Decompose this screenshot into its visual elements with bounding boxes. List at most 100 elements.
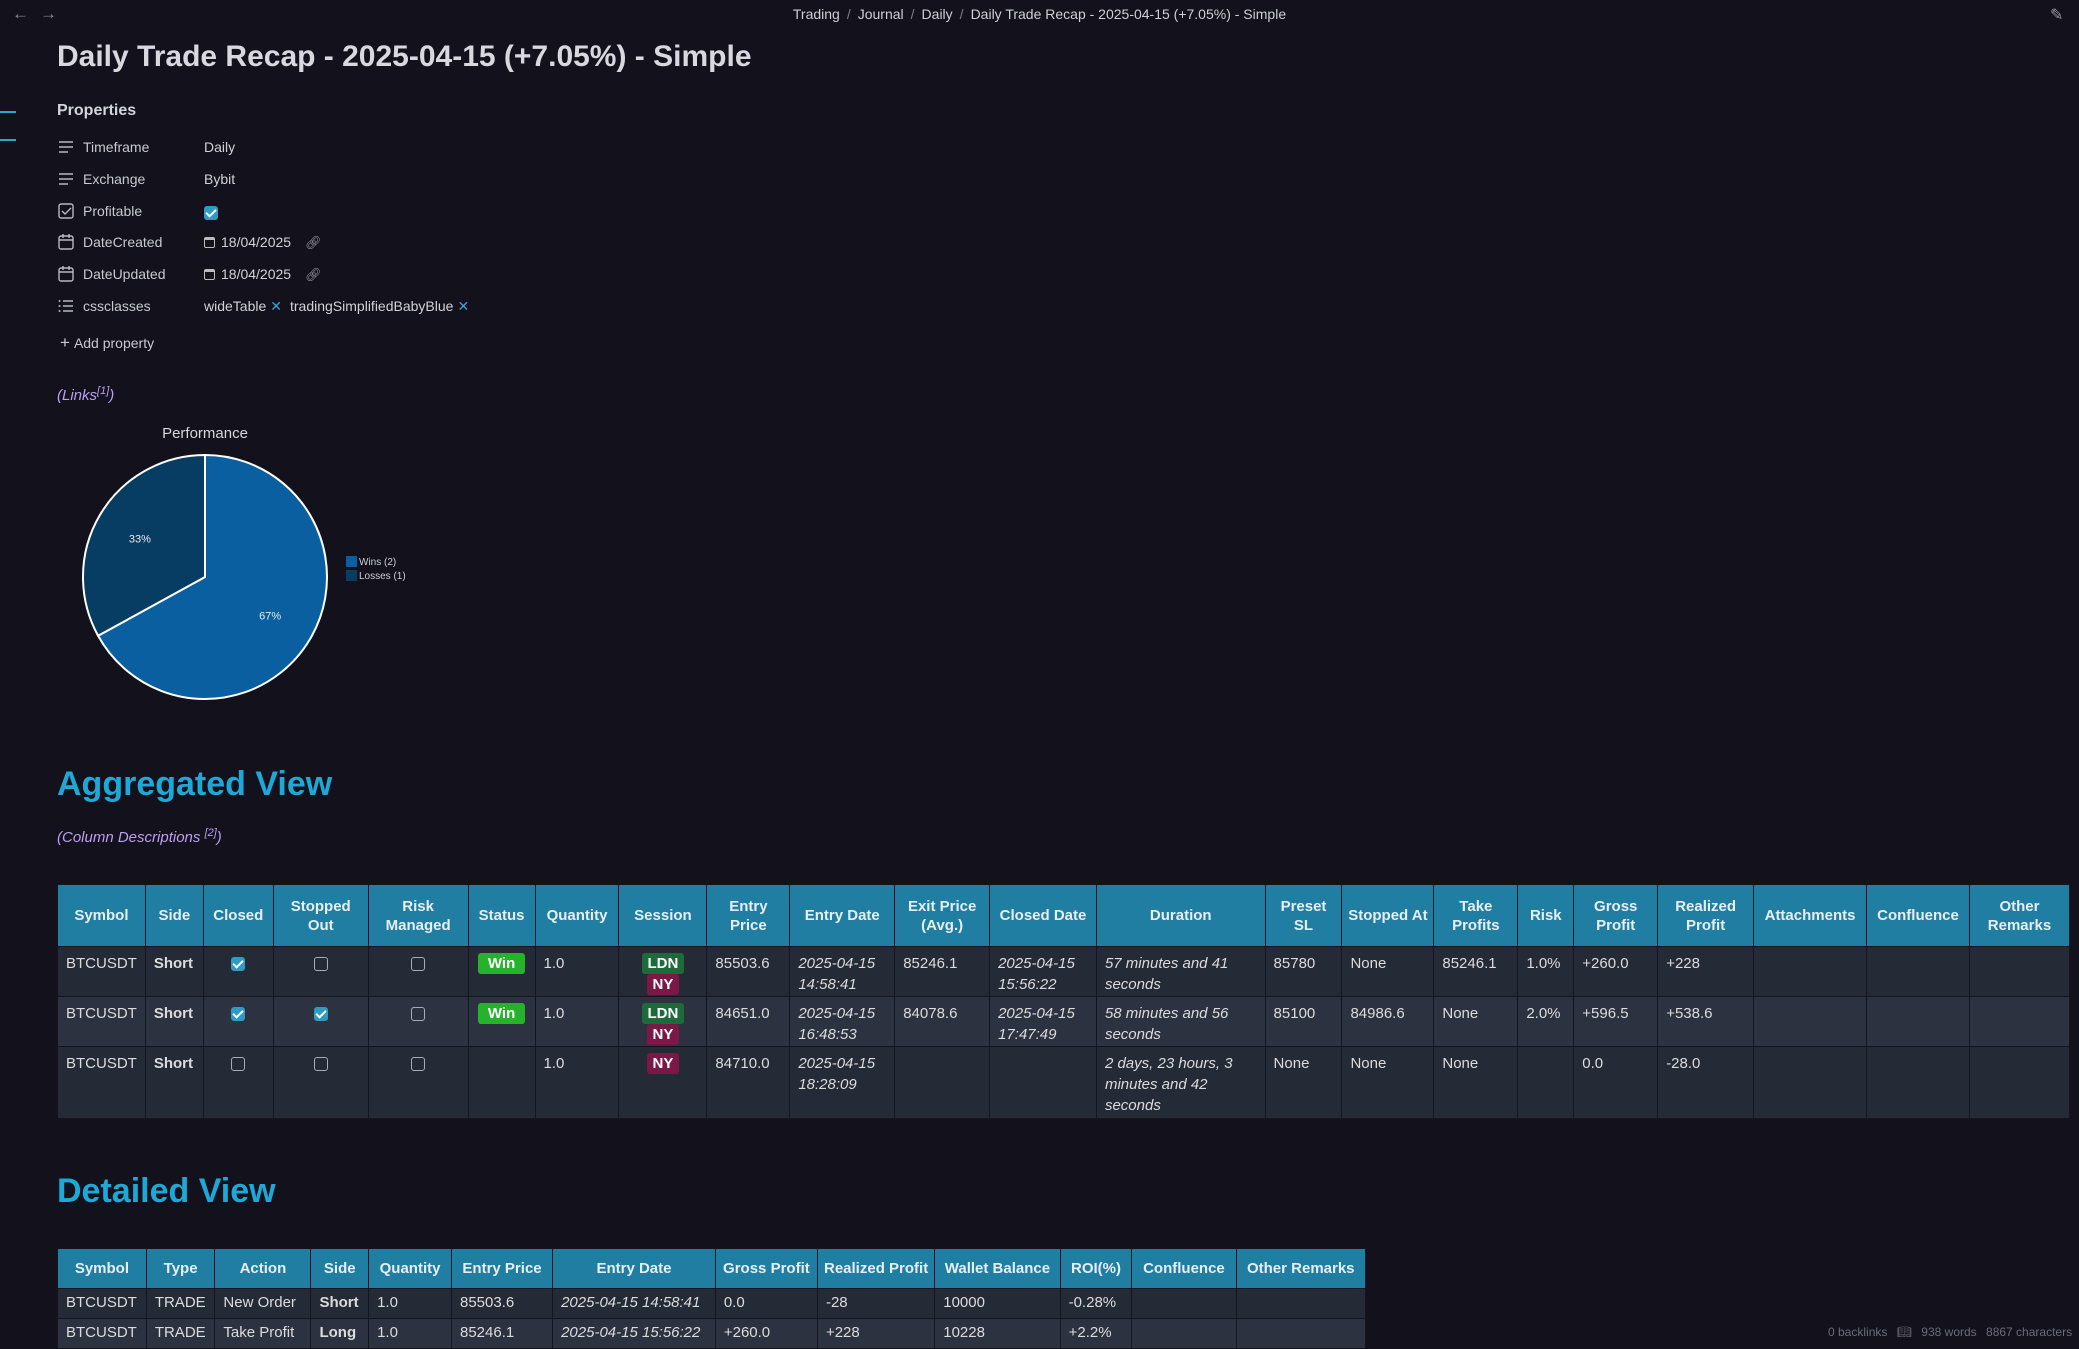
stopped-out-checkbox[interactable] [313, 957, 328, 972]
other-remarks-cell [1968, 1046, 2071, 1119]
tag-tradingsimplifiedbabyblue[interactable]: tradingSimplifiedBabyBlue [290, 298, 453, 314]
column-header[interactable]: Entry Date [789, 884, 896, 947]
column-header[interactable]: ROI(%) [1059, 1248, 1133, 1289]
column-header[interactable]: Risk [1517, 884, 1575, 947]
column-header[interactable]: Wallet Balance [934, 1248, 1061, 1289]
column-header[interactable]: Action [214, 1248, 312, 1289]
status-badge: Win [477, 953, 526, 974]
risk-managed-checkbox[interactable] [411, 1057, 426, 1072]
stopped-out-checkbox[interactable] [313, 1007, 328, 1022]
column-header[interactable]: Take Profits [1433, 884, 1519, 947]
date-updated-value[interactable]: 18/04/2025 [221, 266, 291, 282]
column-header[interactable]: Other Remarks [1235, 1248, 1366, 1289]
link-icon[interactable]: 🔗︎ [305, 267, 322, 282]
column-descriptions-label[interactable]: Column Descriptions [62, 829, 205, 846]
column-header[interactable]: Gross Profit [1573, 884, 1659, 947]
quantity-cell: 1.0 [534, 1046, 620, 1119]
column-header[interactable]: Risk Managed [367, 884, 469, 947]
breadcrumb-journal[interactable]: Journal [858, 6, 904, 22]
breadcrumb-current[interactable]: Daily Trade Recap - 2025-04-15 (+7.05%) … [971, 6, 1287, 22]
gross-profit-cell: 0.0 [1573, 1046, 1659, 1119]
column-descriptions-reference[interactable]: (Column Descriptions [2]) [57, 827, 222, 846]
breadcrumb-trading[interactable]: Trading [793, 6, 840, 22]
property-value[interactable]: Bybit [204, 171, 235, 187]
profitable-checkbox[interactable] [204, 206, 218, 221]
column-header[interactable]: Entry Price [706, 884, 791, 947]
add-property-button[interactable]: + Add property [60, 333, 154, 353]
property-datecreated[interactable]: DateCreated 18/04/2025 🔗︎ [57, 231, 657, 255]
column-header[interactable]: Duration [1095, 884, 1266, 947]
gross-profit-cell: +260.0 [714, 1318, 818, 1349]
remove-tag-icon[interactable]: ✕ [457, 298, 469, 314]
column-header[interactable]: Gross Profit [714, 1248, 818, 1289]
preset-sl-cell: 85100 [1264, 996, 1343, 1047]
edit-icon[interactable]: ✎ [2050, 5, 2063, 25]
column-header[interactable]: Realized Profit [816, 1248, 936, 1289]
date-created-value[interactable]: 18/04/2025 [221, 234, 291, 250]
aggregated-table: Symbol Side Closed Stopped Out Risk Mana… [57, 884, 2071, 1119]
breadcrumb-daily[interactable]: Daily [922, 6, 953, 22]
footnote-ref[interactable]: [2] [205, 827, 217, 839]
risk-managed-cell [367, 946, 469, 997]
column-header[interactable]: Stopped Out [272, 884, 369, 947]
closed-checkbox[interactable] [231, 1007, 246, 1022]
column-header[interactable]: Confluence [1131, 1248, 1237, 1289]
properties-heading[interactable]: Properties [57, 102, 136, 120]
property-exchange[interactable]: Exchange Bybit [57, 168, 657, 192]
legend-label: Losses (1) [359, 571, 406, 582]
column-header[interactable]: Realized Profit [1657, 884, 1755, 947]
property-cssclasses[interactable]: cssclasses wideTable ✕ tradingSimplifiedBa… [57, 295, 657, 319]
closed-checkbox[interactable] [231, 957, 246, 972]
column-header[interactable]: Entry Price [450, 1248, 554, 1289]
closed-checkbox[interactable] [231, 1057, 246, 1072]
column-header[interactable]: Exit Price (Avg.) [894, 884, 991, 947]
symbol-cell: BTCUSDT [57, 996, 146, 1047]
legend-swatch [346, 570, 357, 581]
property-value[interactable]: Daily [204, 139, 235, 155]
column-header[interactable]: Preset SL [1264, 884, 1343, 947]
property-dateupdated[interactable]: DateUpdated 18/04/2025 🔗︎ [57, 263, 657, 287]
calendar-icon [58, 234, 74, 250]
column-header[interactable]: Confluence [1866, 884, 1970, 947]
remove-tag-icon[interactable]: ✕ [270, 298, 282, 314]
column-header[interactable]: Quantity [534, 884, 620, 947]
column-header[interactable]: Symbol [57, 884, 146, 947]
book-icon[interactable]: 📖︎ [1897, 1325, 1912, 1339]
risk-managed-checkbox[interactable] [411, 1007, 426, 1022]
column-header[interactable]: Session [618, 884, 708, 947]
column-header[interactable]: Attachments [1753, 884, 1868, 947]
property-key: Profitable [83, 203, 143, 219]
tag-widetable[interactable]: wideTable [204, 298, 266, 314]
stopped-out-cell [272, 996, 369, 1047]
stopped-out-checkbox[interactable] [313, 1057, 328, 1072]
column-header[interactable]: Closed Date [989, 884, 1097, 947]
column-header[interactable]: Closed [202, 884, 274, 947]
column-header[interactable]: Symbol [57, 1248, 147, 1289]
side-cell: Short [144, 946, 204, 997]
property-timeframe[interactable]: Timeframe Daily [57, 136, 657, 160]
column-header[interactable]: Other Remarks [1968, 884, 2071, 947]
property-key: Timeframe [83, 139, 150, 155]
column-header[interactable]: Side [144, 884, 204, 947]
column-header[interactable]: Entry Date [552, 1248, 716, 1289]
property-key: DateUpdated [83, 266, 166, 282]
column-header[interactable]: Side [310, 1248, 370, 1289]
confluence-cell [1866, 946, 1970, 997]
session-cell: NY [618, 1046, 708, 1119]
column-header[interactable]: Quantity [368, 1248, 452, 1289]
links-label[interactable]: Links [62, 387, 97, 404]
column-header[interactable]: Type [145, 1248, 216, 1289]
column-header[interactable]: Stopped At [1341, 884, 1435, 947]
duration-cell: 58 minutes and 56 seconds [1095, 996, 1266, 1047]
stopped-out-cell [272, 946, 369, 997]
links-reference[interactable]: (Links[1]) [57, 385, 114, 404]
plus-icon: + [60, 333, 70, 352]
closed-cell [202, 996, 274, 1047]
link-icon[interactable]: 🔗︎ [305, 235, 322, 250]
column-header[interactable]: Status [467, 884, 536, 947]
risk-managed-checkbox[interactable] [411, 957, 426, 972]
backlinks-count[interactable]: 0 backlinks [1828, 1325, 1887, 1339]
footnote-ref[interactable]: [1] [97, 385, 109, 397]
property-profitable[interactable]: Profitable [57, 200, 657, 224]
confluence-cell [1866, 996, 1970, 1047]
